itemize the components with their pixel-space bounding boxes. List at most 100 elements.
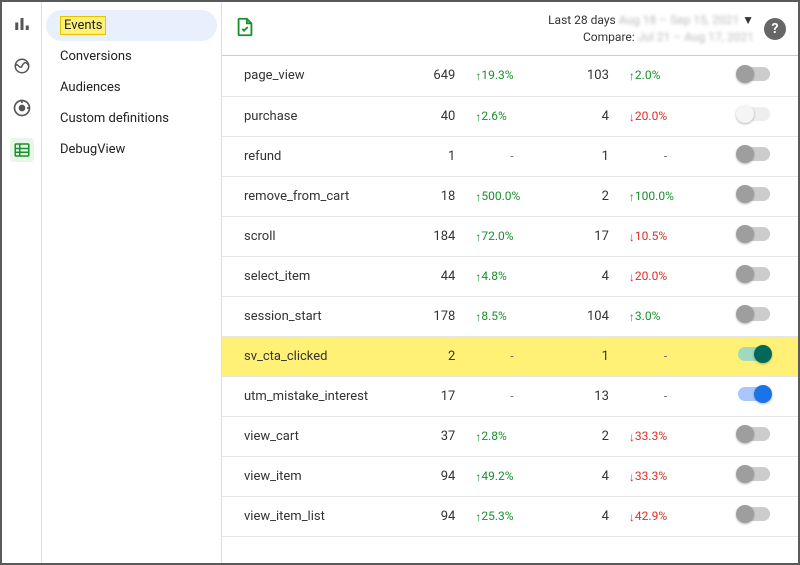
event-name: scroll [222, 216, 403, 256]
delta-none: - [629, 349, 702, 363]
mark-as-conversion-toggle[interactable] [738, 67, 770, 81]
toggle-knob [736, 145, 754, 163]
event-count: 184 [403, 216, 463, 256]
toggle-knob [754, 385, 772, 403]
mark-as-conversion-toggle[interactable] [738, 227, 770, 241]
mark-as-conversion-toggle[interactable] [738, 347, 770, 361]
delta-up: ↑2.6% [475, 109, 506, 123]
secnav-item-label: Conversions [60, 49, 132, 64]
event-name: view_item [222, 456, 403, 496]
event-count: 2 [403, 336, 463, 376]
arrow-down-icon: ↓ [629, 270, 635, 284]
delta-none: - [475, 349, 548, 363]
arrow-up-icon: ↑ [629, 190, 635, 204]
realtime-icon[interactable] [10, 54, 34, 78]
mark-as-conversion-toggle[interactable] [738, 187, 770, 201]
event-row[interactable]: purchase40↑2.6%4↓20.0% [222, 96, 798, 136]
date-range-picker[interactable]: Last 28 days Aug 18 – Sep 15, 2021 ▼ Com… [548, 12, 754, 46]
arrow-down-icon: ↓ [629, 510, 635, 524]
mark-as-conversion-toggle[interactable] [738, 307, 770, 321]
configure-icon[interactable] [10, 138, 34, 162]
mark-as-conversion-toggle[interactable] [738, 427, 770, 441]
toggle-knob [736, 465, 754, 483]
delta-up: ↑500.0% [475, 189, 520, 203]
arrow-down-icon: ↓ [629, 110, 635, 124]
event-name: view_cart [222, 416, 403, 456]
delta-down: ↓33.3% [629, 469, 667, 483]
event-row[interactable]: refund1-1- [222, 136, 798, 176]
events-table: page_view649↑19.3%103↑2.0%purchase40↑2.6… [222, 56, 798, 563]
event-row[interactable]: view_item_list94↑25.3%4↓42.9% [222, 496, 798, 536]
arrow-up-icon: ↑ [629, 310, 635, 324]
event-row[interactable]: view_cart37↑2.8%2↓33.3% [222, 416, 798, 456]
event-row[interactable]: remove_from_cart18↑500.0%2↑100.0% [222, 176, 798, 216]
iconrail [2, 2, 42, 563]
mark-as-conversion-toggle[interactable] [738, 267, 770, 281]
event-name: purchase [222, 96, 403, 136]
event-row[interactable]: session_start178↑8.5%104↑3.0% [222, 296, 798, 336]
secnav-item-label: DebugView [60, 142, 125, 157]
event-row[interactable]: scroll184↑72.0%17↓10.5% [222, 216, 798, 256]
event-users: 2 [557, 416, 617, 456]
arrow-up-icon: ↑ [475, 110, 481, 124]
delta-up: ↑19.3% [475, 68, 513, 82]
event-row[interactable]: view_item94↑49.2%4↓33.3% [222, 456, 798, 496]
mark-as-conversion-toggle[interactable] [738, 147, 770, 161]
toggle-knob [736, 65, 754, 83]
date-range-label: Last 28 days [548, 13, 616, 27]
event-users: 1 [557, 136, 617, 176]
arrow-down-icon: ↓ [629, 470, 635, 484]
delta-up: ↑100.0% [629, 189, 674, 203]
toggle-knob [736, 105, 754, 123]
help-icon[interactable]: ? [764, 18, 786, 40]
delta-none: - [629, 389, 702, 403]
delta-down: ↓42.9% [629, 509, 667, 523]
delta-up: ↑72.0% [475, 229, 513, 243]
toggle-knob [736, 305, 754, 323]
event-row[interactable]: page_view649↑19.3%103↑2.0% [222, 56, 798, 96]
mark-as-conversion-toggle[interactable] [738, 387, 770, 401]
event-count: 17 [403, 376, 463, 416]
delta-up: ↑49.2% [475, 469, 513, 483]
mark-as-conversion-toggle[interactable] [738, 467, 770, 481]
arrow-up-icon: ↑ [475, 310, 481, 324]
event-users: 103 [557, 56, 617, 96]
secnav-item-audiences[interactable]: Audiences [46, 72, 217, 103]
delta-up: ↑2.8% [475, 429, 506, 443]
event-name: page_view [222, 56, 403, 96]
data-quality-icon[interactable] [234, 16, 256, 42]
arrow-up-icon: ↑ [629, 69, 635, 83]
toggle-knob [736, 185, 754, 203]
event-count: 40 [403, 96, 463, 136]
arrow-up-icon: ↑ [475, 69, 481, 83]
secnav-item-events[interactable]: Events [46, 10, 217, 41]
delta-up: ↑4.8% [475, 269, 506, 283]
event-row[interactable]: utm_mistake_interest17-13- [222, 376, 798, 416]
delta-none: - [629, 149, 702, 163]
event-row[interactable]: sv_cta_clicked2-1- [222, 336, 798, 376]
delta-down: ↓10.5% [629, 229, 667, 243]
delta-down: ↓20.0% [629, 269, 667, 283]
reports-snapshot-icon[interactable] [10, 12, 34, 36]
event-users: 4 [557, 496, 617, 536]
secnav-item-conversions[interactable]: Conversions [46, 41, 217, 72]
event-users: 4 [557, 256, 617, 296]
arrow-up-icon: ↑ [475, 430, 481, 444]
toggle-knob [736, 425, 754, 443]
event-count: 178 [403, 296, 463, 336]
arrow-up-icon: ↑ [475, 510, 481, 524]
secnav-item-label: Custom definitions [60, 111, 169, 126]
event-row[interactable]: select_item44↑4.8%4↓20.0% [222, 256, 798, 296]
mark-as-conversion-toggle [738, 107, 770, 121]
main-panel: Last 28 days Aug 18 – Sep 15, 2021 ▼ Com… [222, 2, 798, 563]
topbar: Last 28 days Aug 18 – Sep 15, 2021 ▼ Com… [222, 2, 798, 56]
arrow-down-icon: ↓ [629, 430, 635, 444]
secnav-item-custom-definitions[interactable]: Custom definitions [46, 103, 217, 134]
mark-as-conversion-toggle[interactable] [738, 507, 770, 521]
delta-up: ↑3.0% [629, 309, 660, 323]
compare-label: Compare: [583, 30, 635, 44]
explore-icon[interactable] [10, 96, 34, 120]
secnav-item-debugview[interactable]: DebugView [46, 134, 217, 165]
event-name: session_start [222, 296, 403, 336]
arrow-up-icon: ↑ [475, 230, 481, 244]
